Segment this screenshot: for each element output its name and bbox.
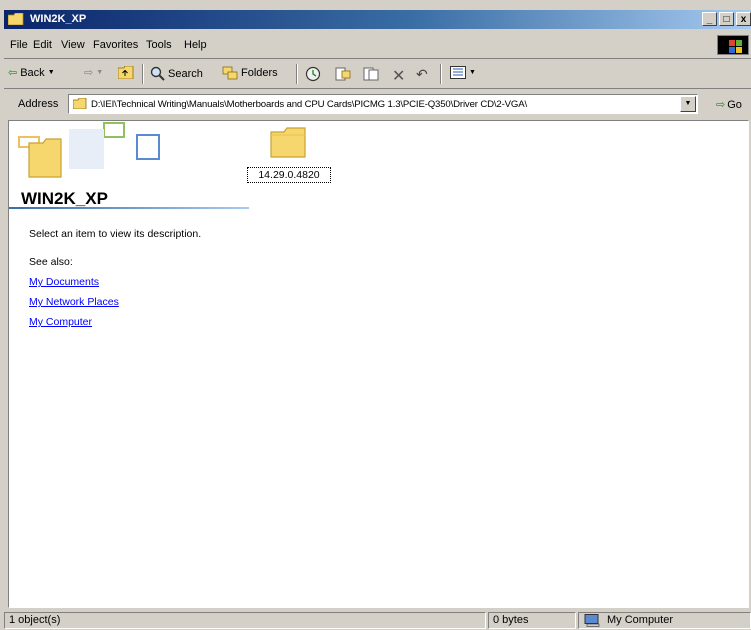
folder-icon [8, 13, 24, 25]
folders-icon [222, 66, 238, 80]
window-title: WIN2K_XP [30, 13, 87, 25]
status-object-count: 1 object(s) [4, 612, 486, 629]
forward-button[interactable]: ⇨ ▼ [84, 66, 103, 79]
close-button[interactable]: x [736, 12, 751, 26]
status-zone-label: My Computer [607, 614, 674, 626]
address-bar: Address ▼ ⇨ Go [4, 90, 751, 118]
banner-divider [9, 207, 249, 209]
chevron-down-icon: ▼ [96, 69, 104, 76]
go-arrow-icon: ⇨ [716, 99, 726, 111]
copy-to-button[interactable] [362, 66, 380, 82]
history-icon [305, 66, 321, 82]
link-my-network-places[interactable]: My Network Places [29, 296, 119, 308]
address-label: Address [18, 98, 59, 110]
panel-description: Select an item to view its description. [29, 228, 202, 240]
undo-icon[interactable]: ↶ [416, 66, 428, 83]
folder-icon [73, 98, 87, 109]
link-my-documents[interactable]: My Documents [29, 276, 99, 288]
go-button[interactable]: ⇨ Go [716, 98, 742, 112]
menu-file[interactable]: File [10, 39, 28, 51]
minimize-button[interactable]: _ [702, 12, 717, 26]
menu-bar: File Edit View Favorites Tools Help [4, 32, 751, 59]
delete-icon[interactable]: ✕ [392, 66, 405, 86]
maximize-button[interactable]: □ [719, 12, 734, 26]
menu-help[interactable]: Help [184, 39, 207, 51]
up-folder-icon [118, 66, 134, 79]
status-bar: 1 object(s) 0 bytes My Computer [0, 610, 751, 630]
views-icon [450, 66, 466, 79]
folders-button[interactable]: Folders [222, 66, 278, 80]
windows-logo-icon [717, 35, 749, 55]
folder-view[interactable]: WIN2K_XP Select an item to view its desc… [8, 120, 749, 608]
move-to-icon [335, 67, 351, 81]
folder-icon [270, 127, 306, 158]
chevron-down-icon: ▼ [47, 69, 55, 76]
menu-tools[interactable]: Tools [146, 39, 172, 51]
forward-arrow-icon: ⇨ [84, 67, 94, 79]
address-dropdown-button[interactable]: ▼ [680, 96, 696, 112]
address-input[interactable] [91, 97, 676, 111]
explorer-window: WIN2K_XP _ □ x File Edit View Favorites … [0, 0, 751, 630]
panel-folder-title: WIN2K_XP [21, 189, 108, 208]
menu-edit[interactable]: Edit [33, 39, 52, 51]
see-also-label: See also: [29, 256, 73, 268]
folder-item-label[interactable]: 14.29.0.4820 [247, 167, 331, 183]
title-bar[interactable]: WIN2K_XP _ □ x [4, 10, 751, 29]
views-button[interactable]: ▼ [450, 66, 476, 79]
menu-view[interactable]: View [61, 39, 85, 51]
folder-item[interactable]: 14.29.0.4820 [247, 127, 331, 185]
my-computer-icon [584, 614, 600, 627]
copy-to-icon [363, 67, 379, 81]
address-combobox[interactable]: ▼ [68, 94, 698, 114]
status-size: 0 bytes [488, 612, 576, 629]
chevron-down-icon: ▼ [469, 69, 476, 76]
back-button[interactable]: ⇦ Back ▼ [8, 66, 55, 80]
search-icon [150, 66, 165, 81]
status-zone: My Computer [578, 612, 751, 629]
standard-toolbar: ⇦ Back ▼ ⇨ ▼ Search Folders ✕ ↶ ▼ [4, 60, 751, 89]
back-arrow-icon: ⇦ [8, 67, 18, 79]
link-my-computer[interactable]: My Computer [29, 316, 92, 328]
up-folder-button[interactable] [118, 66, 134, 79]
move-to-button[interactable] [334, 66, 352, 82]
menu-favorites[interactable]: Favorites [93, 39, 138, 51]
history-button[interactable] [304, 66, 322, 82]
search-button[interactable]: Search [150, 66, 203, 81]
